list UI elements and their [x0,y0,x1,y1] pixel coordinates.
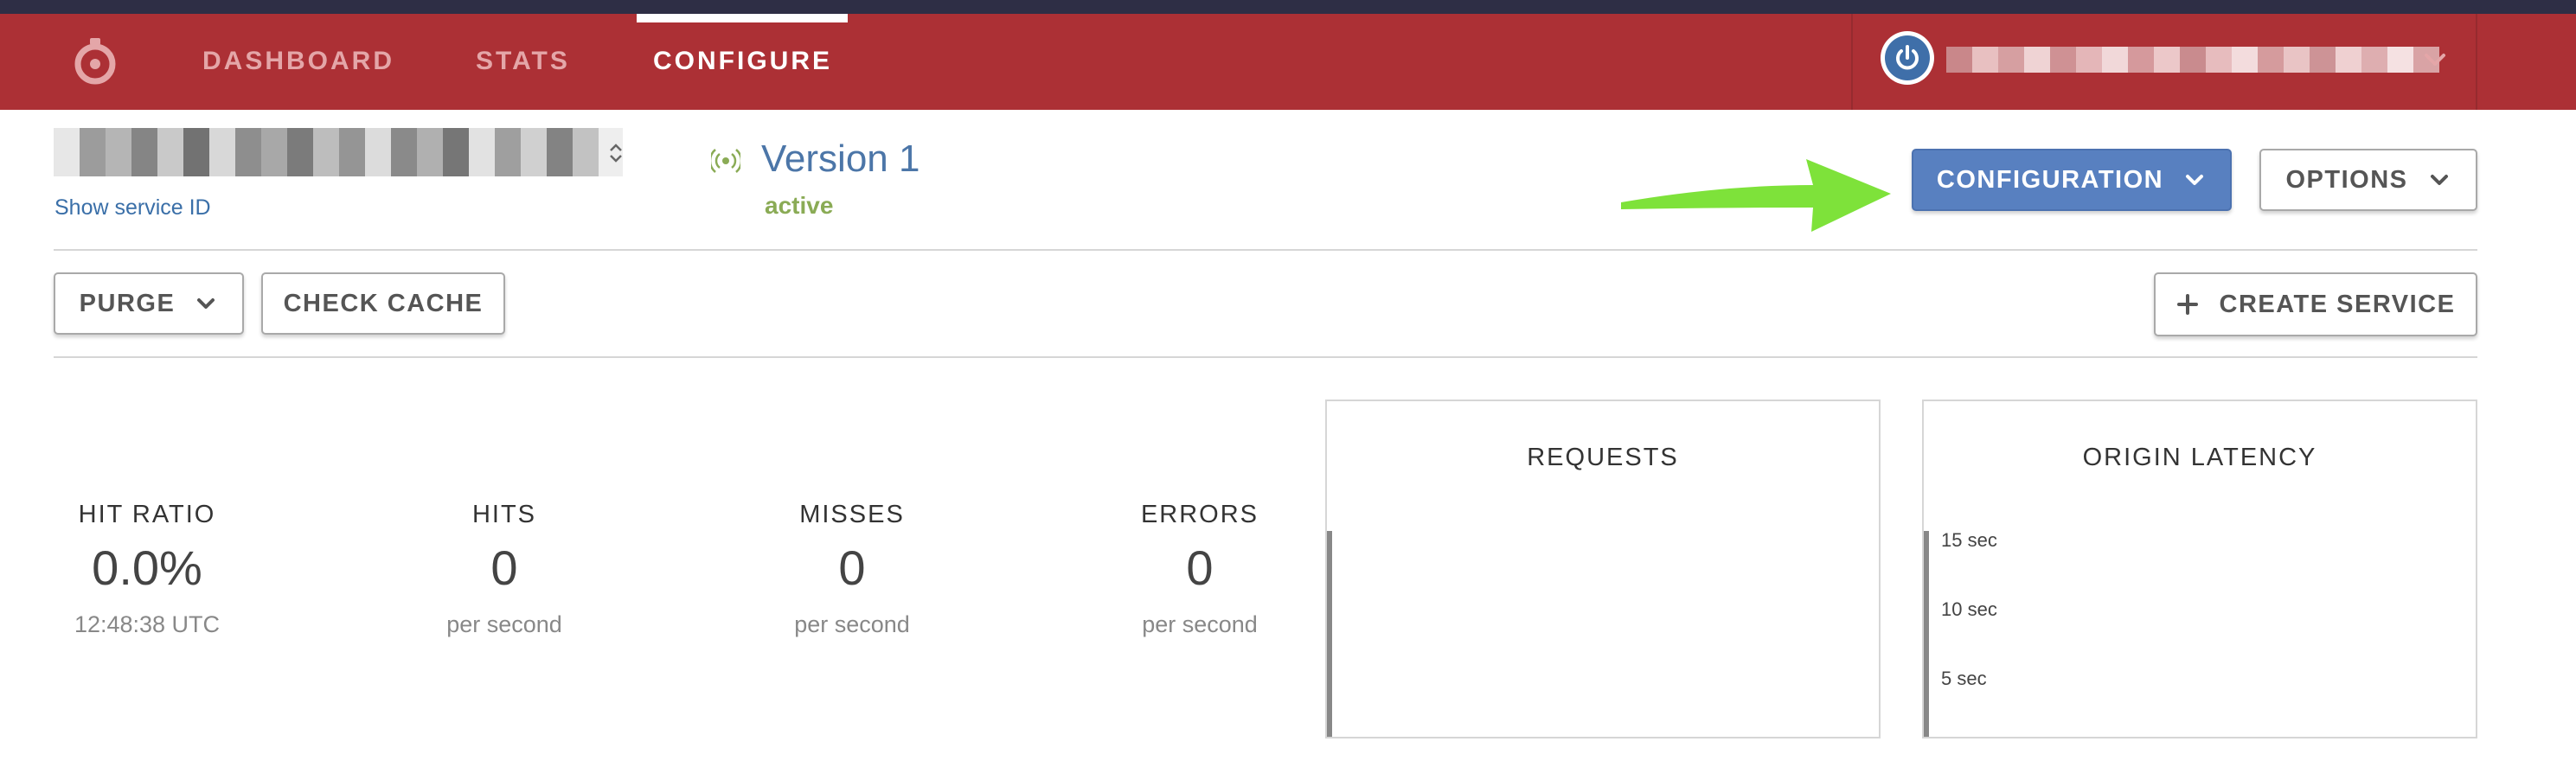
origin-latency-chart-title: ORIGIN LATENCY [2082,444,2317,471]
y-tick-label: 10 sec [1941,598,1997,620]
stat-unit: per second [1142,611,1258,637]
stopwatch-icon[interactable] [71,36,119,85]
purge-button[interactable]: PURGE [54,272,244,335]
origin-latency-chart-axis [1924,531,1929,737]
stat-unit: per second [446,611,562,637]
chevron-down-icon [197,298,215,309]
y-tick-label: 5 sec [1941,668,1987,689]
chevron-down-icon [2186,175,2204,185]
divider [54,249,2477,251]
stat-value: 0 [490,540,518,595]
active-tab-indicator [637,14,848,22]
version-status: active [765,192,834,219]
create-service-button-label: CREATE SERVICE [2219,290,2456,318]
top-stripe [0,0,2576,14]
nav-divider [2476,14,2477,110]
check-cache-button[interactable]: CHECK CACHE [261,272,505,335]
redacted-username[interactable] [1946,47,2439,73]
chevron-down-icon [2430,175,2448,185]
create-service-button[interactable]: CREATE SERVICE [2154,272,2477,336]
configuration-button[interactable]: CONFIGURATION [1912,149,2232,211]
nav-stats[interactable]: STATS [476,48,570,74]
chevron-down-icon[interactable] [2422,48,2448,71]
stat-label: ERRORS [1140,501,1259,528]
purge-button-label: PURGE [79,289,176,317]
stat-timestamp: 12:48:38 UTC [74,611,221,637]
divider [54,356,2477,358]
version-title: Version 1 [761,137,920,180]
requests-chart-axis [1327,531,1332,737]
configuration-button-label: CONFIGURATION [1936,165,2164,194]
user-avatar[interactable] [1881,31,1934,85]
show-service-id-link[interactable]: Show service ID [54,195,211,221]
signal-icon [711,149,740,173]
y-tick-label: 15 sec [1941,529,1997,551]
nav-divider [1851,14,1853,110]
stat-label: HIT RATIO [78,501,216,528]
nav-dashboard[interactable]: DASHBOARD [202,48,394,74]
stat-label: MISSES [799,501,905,528]
updown-arrows-icon[interactable] [606,142,626,164]
requests-chart-title: REQUESTS [1527,444,1679,471]
power-icon [1896,45,1919,70]
stat-unit: per second [794,611,910,637]
options-button[interactable]: OPTIONS [2259,149,2477,211]
stat-value: 0.0% [92,540,202,595]
annotation-arrow [1621,159,1891,232]
stat-label: HITS [471,501,537,528]
stat-value: 0 [838,540,866,595]
nav-configure[interactable]: CONFIGURE [653,48,832,74]
plus-icon [2176,294,2198,315]
redacted-service-name[interactable] [54,128,623,176]
stat-value: 0 [1186,540,1214,595]
check-cache-button-label: CHECK CACHE [283,289,484,317]
options-button-label: OPTIONS [2285,165,2408,194]
